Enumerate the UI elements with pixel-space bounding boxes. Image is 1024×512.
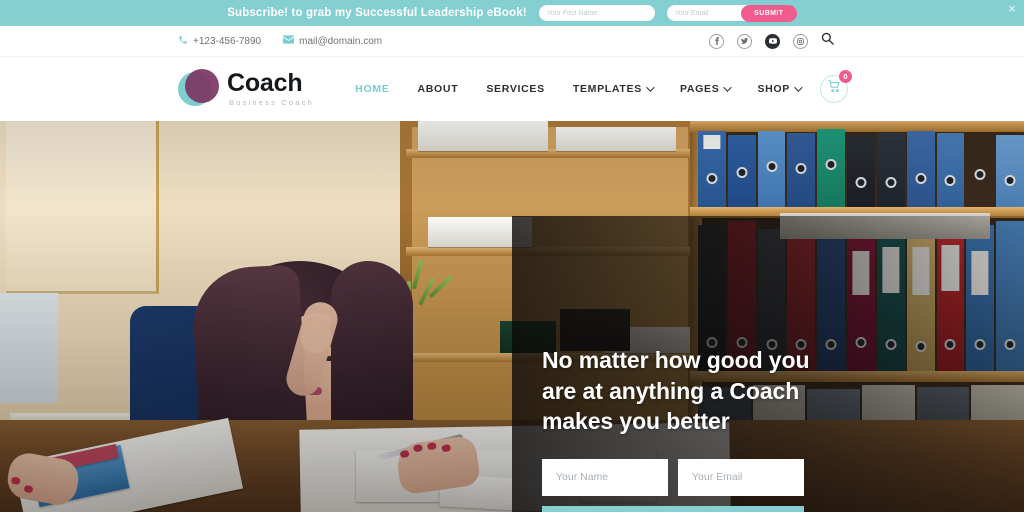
hero-email-input[interactable] — [678, 458, 804, 496]
youtube-icon[interactable] — [765, 33, 780, 49]
nav-item-pages[interactable]: PAGES — [679, 83, 733, 95]
close-icon[interactable]: × — [1008, 2, 1016, 15]
site-header: Coach Business Coach HOME ABOUT SERVICES… — [0, 57, 1024, 121]
logo-text: Coach Business Coach — [227, 71, 314, 107]
chevron-down-icon — [794, 83, 803, 92]
facebook-icon[interactable] — [709, 33, 724, 49]
instagram-icon[interactable] — [793, 33, 808, 49]
hero-section: No matter how good you are at anything a… — [0, 121, 1024, 512]
nav-item-shop[interactable]: SHOP — [757, 83, 803, 95]
cart-icon — [827, 80, 841, 98]
nav-item-home[interactable]: HOME — [355, 83, 389, 95]
nav-item-templates[interactable]: TEMPLATES — [572, 83, 655, 95]
hero-name-input[interactable] — [542, 458, 668, 496]
logo[interactable]: Coach Business Coach — [178, 68, 314, 110]
social-links — [709, 32, 834, 50]
contact-email-text: mail@domain.com — [299, 35, 383, 47]
nav-item-services-label: SERVICES — [486, 83, 545, 95]
twitter-icon[interactable] — [737, 33, 752, 49]
hero-title: No matter how good you are at anything a… — [542, 347, 810, 435]
nav-item-templates-label: TEMPLATES — [572, 83, 642, 95]
cart-button[interactable]: 0 — [820, 70, 852, 103]
cart-count-badge: 0 — [839, 70, 852, 83]
announcement-submit-button[interactable]: SUBMIT — [740, 4, 797, 22]
hero-subscribe-button[interactable]: Subscribe Now — [542, 505, 804, 512]
contact-phone[interactable]: +123-456-7890 — [178, 35, 261, 48]
chevron-down-icon — [723, 83, 733, 92]
logo-tagline: Business Coach — [229, 98, 314, 108]
nav-item-about[interactable]: ABOUT — [417, 83, 458, 95]
nav-item-services[interactable]: SERVICES — [486, 83, 545, 95]
main-navigation: HOME ABOUT SERVICES TEMPLATES PAGES SHOP — [355, 70, 852, 103]
logo-title: Coach — [227, 69, 303, 98]
hero-content: No matter how good you are at anything a… — [542, 345, 822, 512]
contact-phone-text: +123-456-7890 — [193, 35, 262, 47]
contact-details: +123-456-7890 mail@domain.com — [178, 35, 382, 48]
search-icon[interactable] — [821, 32, 834, 50]
chevron-down-icon — [646, 83, 655, 92]
nav-item-home-label: HOME — [355, 83, 390, 95]
contact-email[interactable]: mail@domain.com — [283, 35, 382, 47]
hero-subscribe-form — [542, 458, 822, 496]
nav-item-about-label: ABOUT — [417, 83, 459, 95]
phone-icon — [178, 35, 188, 48]
contact-bar: +123-456-7890 mail@domain.com — [0, 26, 1024, 57]
hero-background-image — [0, 121, 1024, 512]
logo-mark-icon — [178, 68, 220, 110]
nav-item-pages-label: PAGES — [679, 83, 720, 95]
announcement-bar: Subscribe! to grab my Successful Leaders… — [0, 0, 1024, 26]
announcement-message: Subscribe! to grab my Successful Leaders… — [227, 7, 527, 19]
page-root: Subscribe! to grab my Successful Leaders… — [0, 0, 1024, 512]
announcement-first-name-input[interactable] — [538, 5, 655, 21]
mail-icon — [283, 35, 295, 47]
nav-item-shop-label: SHOP — [757, 83, 790, 95]
